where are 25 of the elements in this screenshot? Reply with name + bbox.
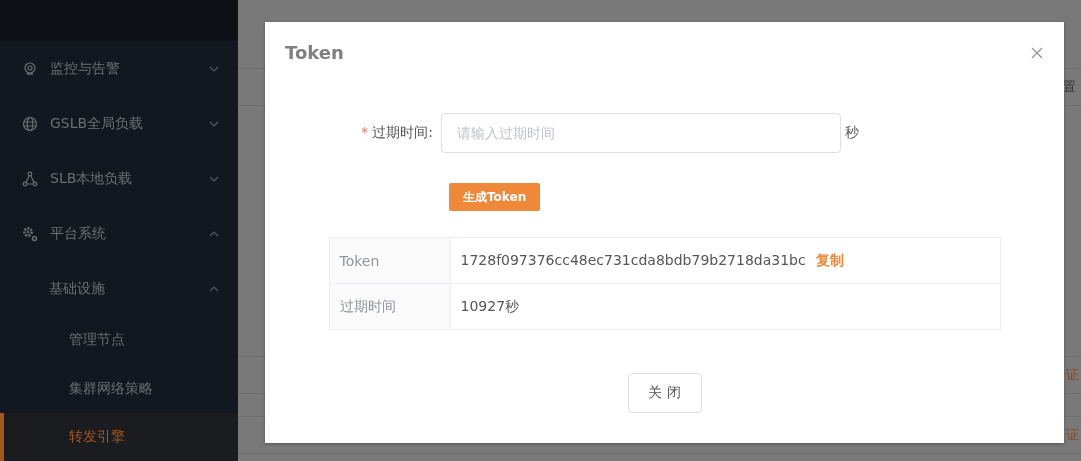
network-icon <box>22 170 38 187</box>
sidebar-item[interactable]: 集群网络策略 <box>0 364 238 413</box>
generate-button[interactable]: 生成Token <box>449 183 541 211</box>
table-cell: 过期时间 <box>329 283 450 330</box>
field-label: * 过期时间: <box>360 124 434 142</box>
webcam-icon <box>22 60 38 77</box>
sidebar-item[interactable]: 管理节点 <box>0 316 238 365</box>
gear-icon <box>22 225 38 242</box>
dialog-title: Token <box>285 42 344 63</box>
sidebar-item[interactable]: 平台系统 <box>0 206 238 262</box>
close-button[interactable]: 关 闭 <box>627 373 702 413</box>
input-field[interactable]: 请输入过期时间 <box>441 113 841 153</box>
sidebar-item[interactable]: SLB本地负载 <box>0 151 238 207</box>
sidebar-item[interactable]: 基础设施 <box>0 261 238 317</box>
sidebar-item[interactable]: 转发引擎 <box>0 412 238 461</box>
sidebar-item[interactable]: 监控与告警 <box>0 41 238 97</box>
globe-icon <box>22 115 38 132</box>
copy-link[interactable]: 复制 <box>815 251 844 270</box>
column-header: 置 <box>1063 78 1076 96</box>
token-value: 1728f097376cc48ec731cda8bdb79b2718da31bc <box>460 251 806 268</box>
close-icon[interactable] <box>1030 45 1044 60</box>
table-cell: Token <box>329 237 450 284</box>
unit-label: 秒 <box>845 124 859 142</box>
table-cell: 10927秒 <box>450 283 1000 330</box>
sidebar-item[interactable]: GSLB全局负载 <box>0 96 238 152</box>
